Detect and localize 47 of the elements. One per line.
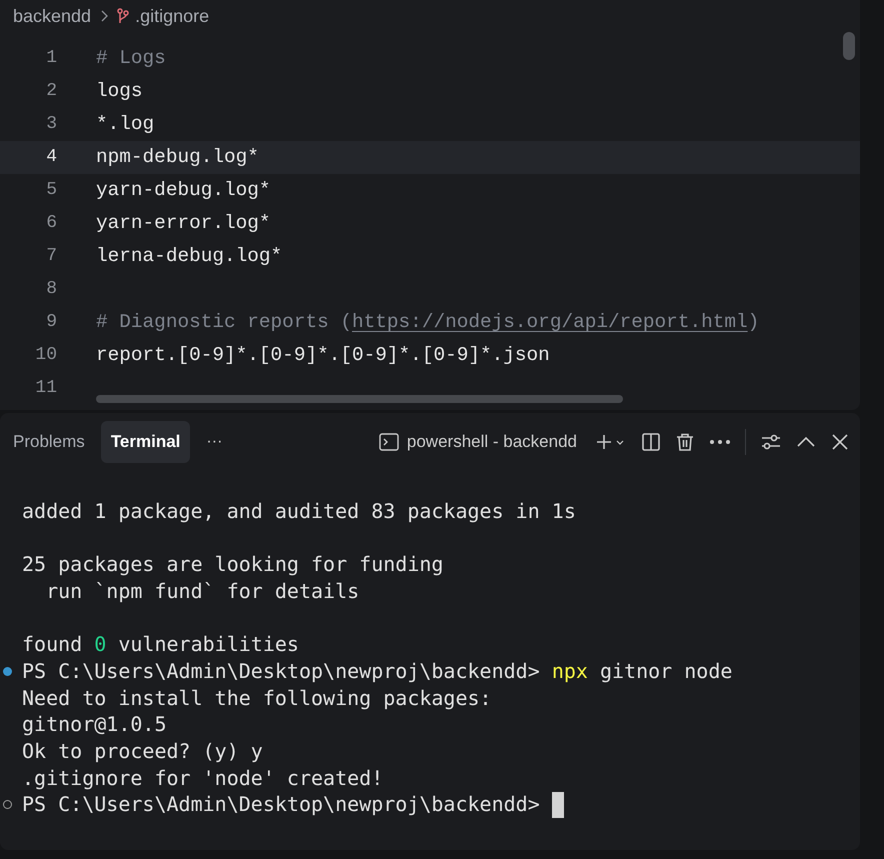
terminal-line: run `npm fund` for details: [45, 578, 360, 604]
line-number: 6: [45, 212, 57, 235]
terminal-line: found 0 vulnerabilities: [22, 631, 299, 658]
code-line: *.log: [96, 112, 154, 137]
code-line: # Diagnostic reports (https://nodejs.org/api/report.html): [96, 310, 760, 335]
branch-icon: [117, 8, 130, 24]
code-line: # Logs: [96, 46, 166, 71]
chevron-right-icon: [99, 9, 110, 23]
line-number: 10: [34, 344, 57, 367]
settings-icon[interactable]: [760, 432, 782, 452]
line-number: 8: [45, 278, 57, 301]
code-line: logs: [96, 78, 143, 104]
more-button[interactable]: ···: [196, 430, 232, 454]
breadcrumb-item[interactable]: .gitignore: [135, 2, 210, 30]
code-line: lerna-debug.log*: [96, 244, 282, 269]
terminal-line: 25 packages are looking for funding: [22, 551, 444, 578]
terminal-line: PS C:\Users\Admin\Desktop\newproj\backendd> npx gitnor node: [22, 658, 732, 685]
close-icon[interactable]: [830, 432, 850, 452]
terminal-name: powershell - backendd: [406, 431, 577, 454]
terminal-icon: [378, 433, 399, 451]
trash-icon[interactable]: [675, 432, 695, 452]
horizontal-scrollbar[interactable]: [96, 395, 623, 403]
terminal-selector[interactable]: powershell - backendd: [378, 429, 577, 455]
link[interactable]: https://nodejs.org/api/report.html: [352, 310, 748, 333]
terminal-line: PS C:\Users\Admin\Desktop\newproj\backendd>: [22, 791, 541, 818]
terminal-line: .gitignore for 'node' created!: [22, 764, 384, 792]
code-line: yarn-error.log*: [96, 210, 271, 236]
code-line: yarn-debug.log*: [96, 178, 271, 203]
split-icon[interactable]: [641, 432, 661, 452]
terminal-line: added 1 package, and audited 83 packages in 1s: [22, 498, 576, 524]
line-number: 4: [45, 146, 57, 169]
vertical-scrollbar[interactable]: [843, 32, 855, 60]
panel-tab[interactable]: Terminal: [100, 421, 190, 463]
terminal-line: Need to install the following packages:: [22, 684, 492, 712]
line-number: 5: [45, 179, 57, 202]
line-number: 3: [45, 113, 57, 136]
code-line: report.[0-9]*.[0-9]*.[0-9]*.[0-9]*.json: [96, 342, 550, 368]
breadcrumb-item[interactable]: backendd: [13, 2, 92, 30]
line-number: 9: [45, 311, 57, 334]
line-number: 11: [34, 377, 57, 400]
terminal-line: gitnor@1.0.5: [22, 711, 166, 738]
code-line: npm-debug.log*: [96, 144, 259, 170]
line-number: 7: [45, 245, 57, 268]
panel-tab[interactable]: Problems: [3, 421, 95, 463]
line-number: 2: [45, 80, 57, 103]
terminal-line: Ok to proceed? (y) y: [22, 738, 263, 765]
line-number: 1: [45, 47, 57, 70]
